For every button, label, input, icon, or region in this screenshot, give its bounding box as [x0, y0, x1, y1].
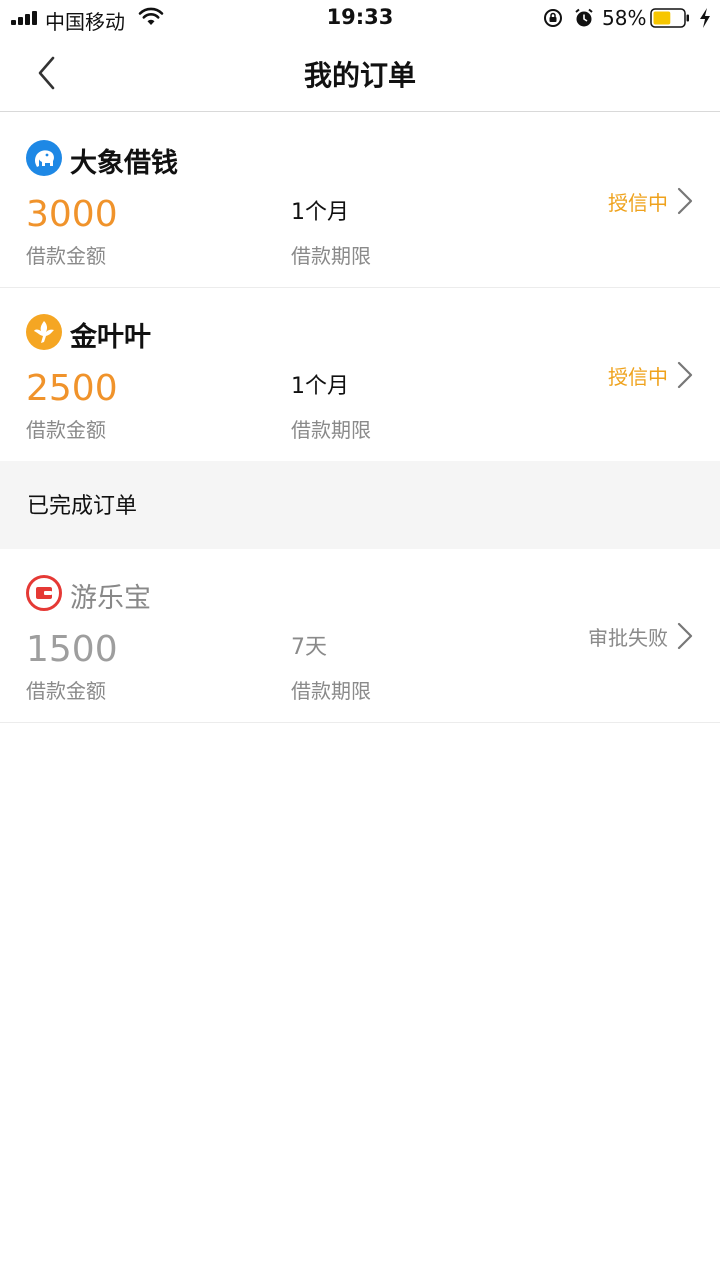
- lender-name: 游乐宝: [70, 583, 151, 614]
- elephant-logo-icon: [26, 140, 62, 176]
- loan-amount: 1500: [26, 629, 118, 670]
- order-card[interactable]: 金叶叶 2500 借款金额 1个月 借款期限 授信中: [0, 288, 720, 462]
- loan-term-label: 借款期限: [291, 244, 371, 268]
- battery-icon: [650, 8, 689, 28]
- loan-amount-label: 借款金额: [26, 679, 106, 703]
- chevron-right-icon: [677, 622, 693, 650]
- status-bar: 中国移动 19:33 58%: [0, 0, 720, 36]
- lender-name: 大象借钱: [70, 148, 178, 179]
- order-status: 授信中: [608, 364, 668, 389]
- page-title: 我的订单: [303, 59, 416, 92]
- order-status-link[interactable]: 审批失败: [588, 619, 694, 653]
- order-status: 审批失败: [588, 625, 668, 650]
- loan-term: 1个月: [291, 374, 349, 399]
- completed-orders-header: 已完成订单: [0, 461, 720, 549]
- nav-bar: 我的订单: [0, 36, 720, 112]
- gold-leaf-logo-icon: [26, 314, 62, 350]
- section-title: 已完成订单: [27, 494, 138, 519]
- lender-name: 金叶叶: [70, 322, 151, 353]
- alarm-icon: [575, 8, 593, 27]
- loan-term: 1个月: [291, 200, 349, 225]
- loan-term-label: 借款期限: [291, 418, 371, 442]
- order-status-link[interactable]: 授信中: [608, 184, 694, 218]
- chevron-right-icon: [677, 361, 693, 389]
- loan-term-label: 借款期限: [291, 679, 371, 703]
- loan-amount: 2500: [26, 368, 118, 409]
- loan-amount-label: 借款金额: [26, 244, 106, 268]
- wallet-logo-icon: [26, 575, 62, 611]
- loan-amount-label: 借款金额: [26, 418, 106, 442]
- chevron-right-icon: [677, 187, 693, 215]
- loan-amount: 3000: [26, 194, 118, 235]
- charging-icon: [700, 8, 710, 28]
- order-status: 授信中: [608, 190, 668, 215]
- loan-term: 7天: [291, 635, 327, 660]
- orientation-lock-icon: [544, 9, 562, 27]
- order-card[interactable]: 大象借钱 3000 借款金额 1个月 借款期限 授信中: [0, 114, 720, 288]
- battery-percent: 58%: [602, 6, 647, 30]
- order-status-link[interactable]: 授信中: [608, 358, 694, 392]
- order-card[interactable]: 游乐宝 1500 借款金额 7天 借款期限 审批失败: [0, 549, 720, 723]
